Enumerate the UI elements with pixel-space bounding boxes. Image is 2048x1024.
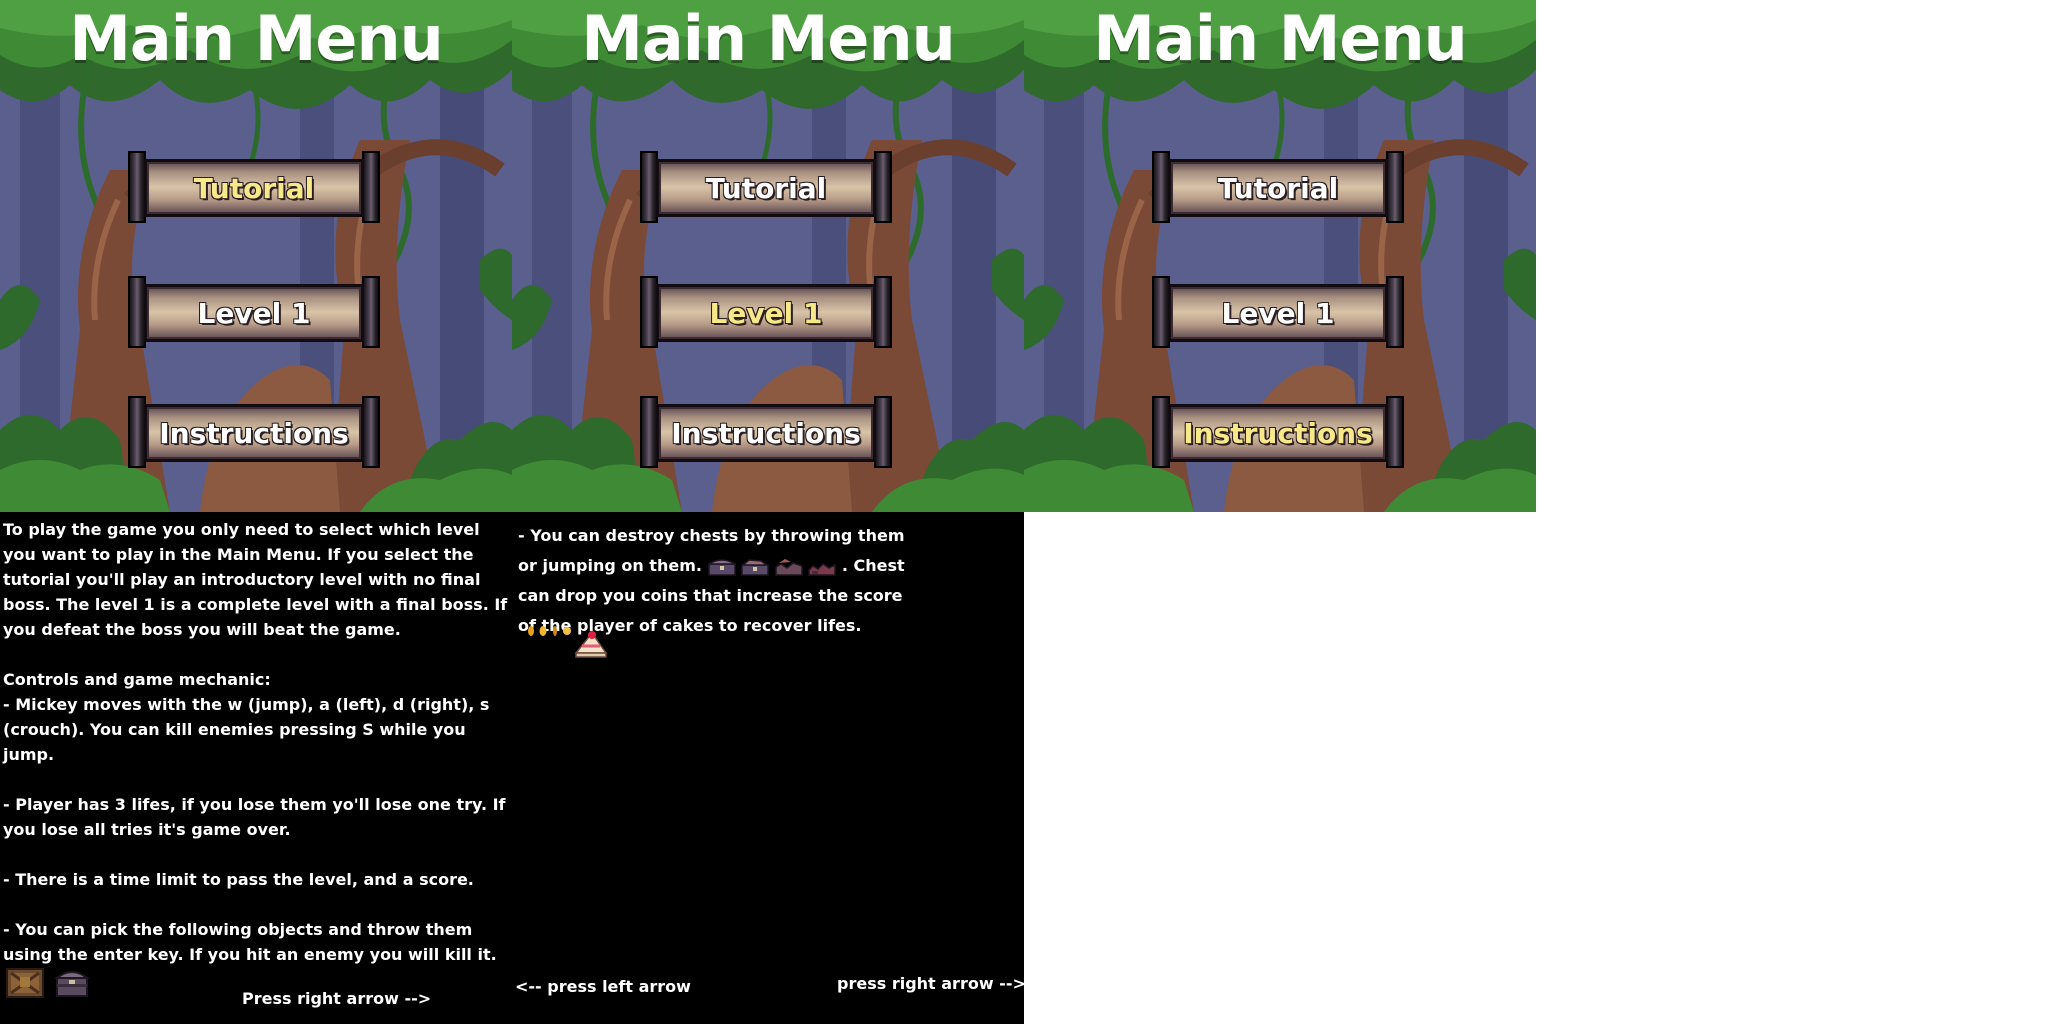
instructions-button[interactable]: Instructions (640, 396, 892, 468)
controls-heading: Controls and game mechanic: (3, 670, 271, 689)
instructions-button[interactable]: Instructions (1152, 396, 1404, 468)
chest-frame-1-icon (707, 558, 736, 576)
level-1-button-label: Level 1 (197, 296, 311, 330)
instructions-button-label: Instructions (1183, 416, 1373, 450)
time-text: - There is a time limit to pass the leve… (3, 870, 474, 889)
chest-frame-4-icon (808, 562, 837, 576)
pickup-text: - You can pick the following objects and… (3, 920, 497, 964)
crate-icon (6, 968, 44, 998)
main-menu-screen-3: Main Menu Tutorial Level 1 Instructions (1024, 0, 1536, 512)
menu-title: Main Menu (1093, 2, 1468, 75)
level-1-button[interactable]: Level 1 (640, 276, 892, 348)
instructions-button-label: Instructions (671, 416, 861, 450)
menu-title: Main Menu (581, 2, 956, 75)
main-menu-screen-2: Main Menu Tutorial Level 1 Instructions (512, 0, 1024, 512)
tutorial-button[interactable]: Tutorial (640, 151, 892, 223)
level-1-button[interactable]: Level 1 (128, 276, 380, 348)
chest-frame-3-icon (774, 558, 803, 576)
chests-text: - You can destroy chests by throwing the… (518, 521, 906, 671)
drop-icons (518, 626, 608, 671)
menu-title: Main Menu (69, 2, 444, 75)
tutorial-button[interactable]: Tutorial (128, 151, 380, 223)
chest-frame-2-icon (741, 558, 770, 576)
instructions-page-2: - You can destroy chests by throwing the… (512, 512, 1024, 1024)
next-page-button[interactable]: Press right arrow --> (242, 989, 431, 1008)
instructions-body: To play the game you only need to select… (3, 517, 509, 967)
tutorial-button[interactable]: Tutorial (1152, 151, 1404, 223)
level-1-button-label: Level 1 (709, 296, 823, 330)
lives-text: - Player has 3 lifes, if you lose them y… (3, 795, 506, 839)
tutorial-button-label: Tutorial (705, 171, 827, 205)
intro-text: To play the game you only need to select… (3, 520, 508, 639)
instructions-button-label: Instructions (159, 416, 349, 450)
chest-icon (55, 971, 90, 997)
coin-icon (528, 626, 571, 636)
previous-page-button[interactable]: <-- press left arrow (515, 977, 691, 996)
tutorial-button-label: Tutorial (193, 171, 315, 205)
level-1-button[interactable]: Level 1 (1152, 276, 1404, 348)
pickup-icons (6, 966, 90, 998)
controls-text: - Mickey moves with the w (jump), a (lef… (3, 695, 490, 764)
instructions-button[interactable]: Instructions (128, 396, 380, 468)
tutorial-button-label: Tutorial (1217, 171, 1339, 205)
level-1-button-label: Level 1 (1221, 296, 1335, 330)
next-page-button[interactable]: press right arrow --> (837, 974, 1024, 993)
instructions-page-1: To play the game you only need to select… (0, 512, 512, 1024)
main-menu-screen-1: Main Menu Tutorial Level 1 Instructions (0, 0, 512, 512)
cake-icon (574, 631, 608, 658)
